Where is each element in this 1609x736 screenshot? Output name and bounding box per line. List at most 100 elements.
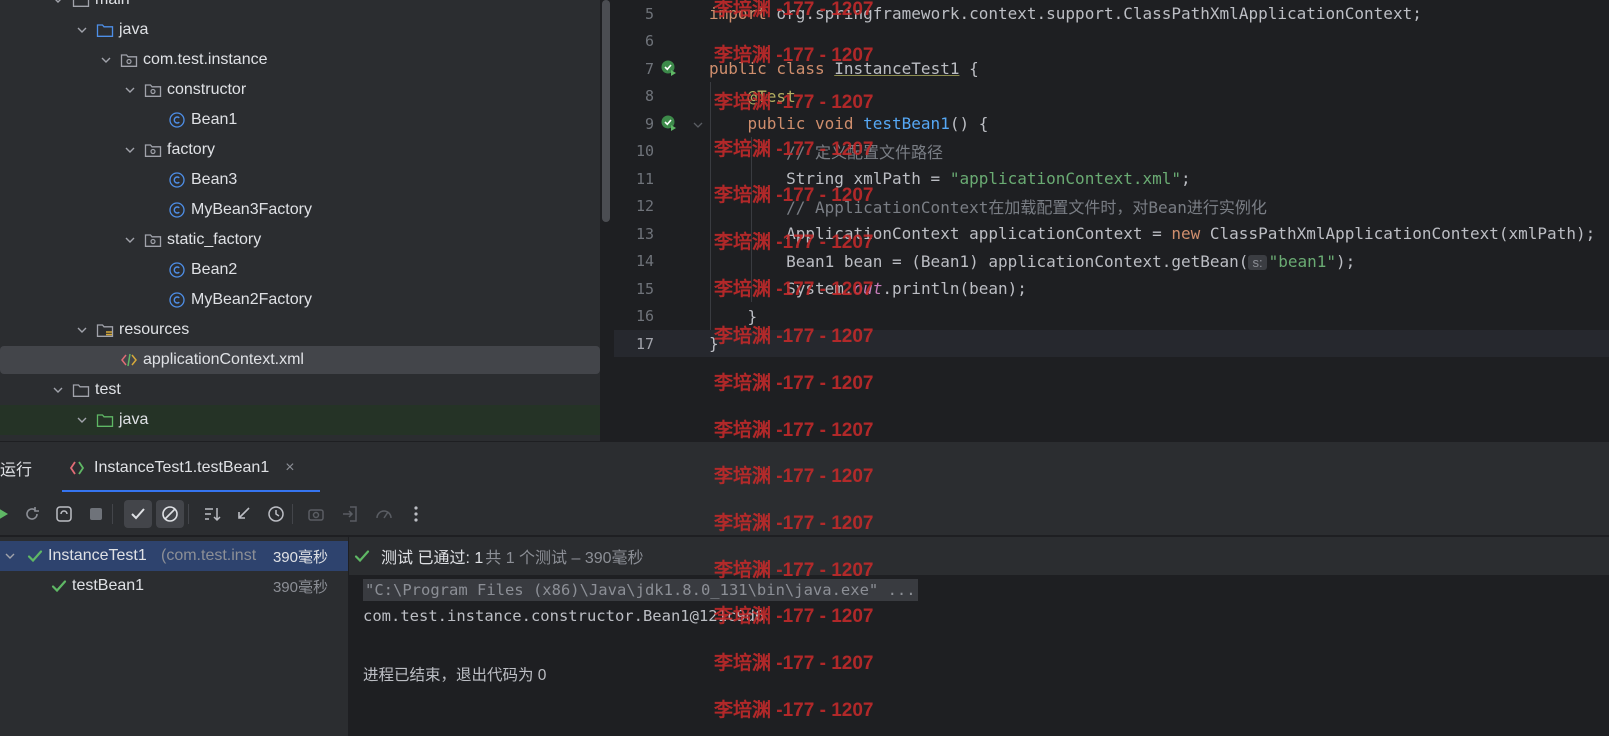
more-icon[interactable] — [402, 500, 430, 528]
import-tests-icon[interactable] — [336, 500, 364, 528]
code-text[interactable]: public class InstanceTest1 { — [709, 59, 979, 78]
line-number[interactable]: 12 — [614, 197, 654, 215]
toolbar-separator — [112, 504, 113, 524]
test-result-row[interactable]: testBean1 390毫秒 — [0, 571, 348, 601]
line-number[interactable]: 15 — [614, 280, 654, 298]
line-number[interactable]: 9 — [614, 115, 654, 133]
code-text[interactable]: ApplicationContext applicationContext = … — [709, 224, 1595, 243]
tree-item-static-factory[interactable]: static_factory — [0, 225, 600, 255]
tree-item-label: static_factory — [167, 231, 262, 248]
chevron-down-icon[interactable] — [122, 142, 138, 158]
code-text[interactable]: System.out.println(bean); — [709, 279, 1027, 298]
code-text[interactable]: public void testBean1() { — [709, 114, 989, 133]
test-package: (com.test.inst — [161, 547, 257, 564]
code-editor[interactable]: 5 import org.springframework.context.supp… — [614, 0, 1609, 441]
code-line[interactable]: 12 // ApplicationContext在加载配置文件时，对Bean进行… — [614, 193, 1609, 220]
code-line[interactable]: 17} — [614, 330, 1609, 357]
check-icon — [50, 577, 68, 595]
code-text[interactable]: } — [709, 307, 758, 326]
test-result-row[interactable]: InstanceTest1 (com.test.inst 390毫秒 — [0, 541, 348, 571]
line-number[interactable]: 11 — [614, 170, 654, 188]
tree-item-mybean2factory[interactable]: MyBean2Factory — [0, 285, 600, 315]
line-number[interactable]: 7 — [614, 60, 654, 78]
line-number[interactable]: 14 — [614, 252, 654, 270]
code-line[interactable]: 7 public class InstanceTest1 { — [614, 55, 1609, 82]
check-icon — [26, 547, 44, 565]
tree-item-bean2[interactable]: Bean2 — [0, 255, 600, 285]
tree-item-bean3[interactable]: Bean3 — [0, 165, 600, 195]
code-line[interactable]: 6 — [614, 28, 1609, 55]
line-number[interactable]: 17 — [614, 335, 654, 353]
chevron-down-icon[interactable] — [98, 52, 114, 68]
code-line[interactable]: 11 String xmlPath = "applicationContext.… — [614, 165, 1609, 192]
run-config-tab[interactable]: InstanceTest1.testBean1 × — [62, 442, 320, 493]
code-line[interactable]: 14 Bean1 bean = (Bean1) applicationConte… — [614, 248, 1609, 275]
line-number[interactable]: 13 — [614, 225, 654, 243]
tree-item-resources[interactable]: resources — [0, 315, 600, 345]
rerun-failed-icon[interactable] — [18, 500, 46, 528]
code-text[interactable]: @Test — [709, 87, 796, 106]
tree-item-bean1[interactable]: Bean1 — [0, 105, 600, 135]
chevron-down-icon[interactable] — [50, 0, 66, 8]
run-test-gutter-icon[interactable] — [660, 114, 678, 132]
console-panel[interactable]: 测试 已通过: 1 共 1 个测试 – 390毫秒 "C:\Program Fi… — [349, 537, 1609, 736]
tree-item-test[interactable]: test — [0, 375, 600, 405]
code-text[interactable]: } — [709, 334, 719, 353]
tree-item-constructor[interactable]: constructor — [0, 75, 600, 105]
line-number[interactable]: 5 — [614, 5, 654, 23]
toggle-auto-test-icon[interactable] — [50, 500, 78, 528]
show-passed-icon[interactable] — [124, 500, 152, 528]
fold-icon[interactable] — [692, 118, 704, 130]
chevron-down-icon[interactable] — [74, 22, 90, 38]
code-line[interactable]: 10 // 定义配置文件路径 — [614, 138, 1609, 165]
chevron-down-icon[interactable] — [50, 382, 66, 398]
line-number[interactable]: 8 — [614, 87, 654, 105]
code-line[interactable]: 13 ApplicationContext applicationContext… — [614, 220, 1609, 247]
console-line[interactable]: com.test.instance.constructor.Bean1@121c… — [363, 607, 764, 625]
project-tree-scrollbar[interactable] — [602, 0, 610, 222]
tree-item-factory[interactable]: factory — [0, 135, 600, 165]
sort-icon[interactable] — [198, 500, 226, 528]
code-text[interactable]: import org.springframework.context.suppo… — [709, 4, 1422, 23]
chevron-down-icon[interactable] — [122, 82, 138, 98]
line-number[interactable]: 6 — [614, 32, 654, 50]
tree-item-label: main — [95, 0, 130, 9]
code-text[interactable]: String xmlPath = "applicationContext.xml… — [709, 169, 1191, 188]
history-icon[interactable] — [262, 500, 290, 528]
tree-item-applicationcontext-xml[interactable]: applicationContext.xml — [0, 345, 600, 375]
console-line[interactable]: "C:\Program Files (x86)\Java\jdk1.8.0_13… — [363, 579, 918, 601]
chevron-down-icon[interactable] — [74, 322, 90, 338]
collapse-all-icon[interactable] — [230, 500, 258, 528]
code-text[interactable]: // ApplicationContext在加载配置文件时，对Bean进行实例化 — [709, 194, 1267, 218]
code-line[interactable]: 5 import org.springframework.context.supp… — [614, 0, 1609, 27]
tree-item-mybean3factory[interactable]: MyBean3Factory — [0, 195, 600, 225]
line-number[interactable]: 16 — [614, 307, 654, 325]
tree-item-com-test-instance[interactable]: com.test.instance — [0, 45, 600, 75]
code-line[interactable]: 9 public void testBean1() { — [614, 110, 1609, 137]
code-text[interactable]: Bean1 bean = (Bean1) applicationContext.… — [709, 252, 1355, 271]
screenshot-icon[interactable] — [302, 500, 330, 528]
tree-item-java[interactable]: java — [0, 15, 600, 45]
tree-item-label: Bean3 — [191, 171, 238, 188]
coverage-icon[interactable] — [370, 500, 398, 528]
tree-item-main[interactable]: main — [0, 0, 600, 15]
stop-icon[interactable] — [82, 500, 110, 528]
code-line[interactable]: 15 System.out.println(bean); — [614, 275, 1609, 302]
chevron-down-icon[interactable] — [122, 232, 138, 248]
resources-folder-icon — [96, 321, 114, 339]
chevron-down-icon[interactable] — [2, 548, 18, 564]
chevron-down-icon[interactable] — [74, 412, 90, 428]
run-test-gutter-icon[interactable] — [660, 59, 678, 77]
console-line[interactable]: 进程已结束，退出代码为 0 — [363, 663, 546, 685]
folder-icon — [72, 0, 90, 9]
rerun-icon[interactable] — [0, 500, 20, 528]
code-line[interactable]: 8 @Test — [614, 83, 1609, 110]
tree-item-java[interactable]: java — [0, 405, 600, 435]
close-icon[interactable]: × — [285, 459, 294, 477]
tests-detail-text: 共 1 个测试 – 390毫秒 — [485, 550, 644, 567]
code-line[interactable]: 16 } — [614, 303, 1609, 330]
code-text[interactable]: // 定义配置文件路径 — [709, 139, 943, 163]
test-name: InstanceTest1 — [48, 547, 147, 564]
line-number[interactable]: 10 — [614, 142, 654, 160]
show-ignored-icon[interactable] — [156, 500, 184, 528]
